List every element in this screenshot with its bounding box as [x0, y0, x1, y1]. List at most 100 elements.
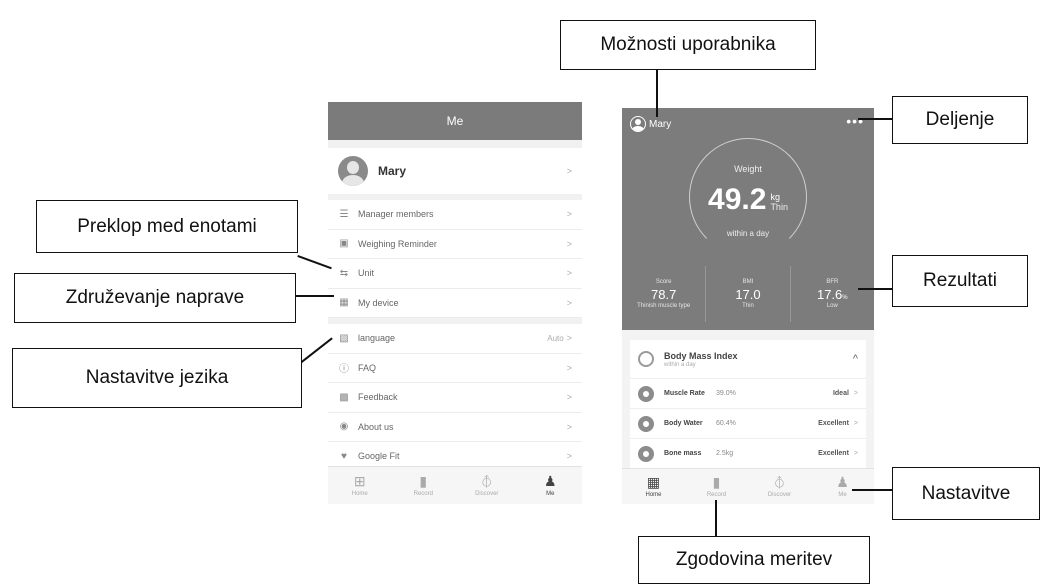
- tab-label: Me: [838, 492, 847, 498]
- leader-line: [858, 118, 892, 120]
- tab-me[interactable]: ♟ Me: [519, 467, 583, 504]
- tab-label: Home: [645, 492, 662, 498]
- avatar-icon: [630, 116, 646, 132]
- bar-chart-icon: ▮: [712, 474, 721, 490]
- grid-icon: ⊞: [353, 473, 366, 489]
- me-title: Me: [446, 114, 464, 128]
- metric-row-bone-mass[interactable]: Bone mass 2.5kg Excellent >: [630, 438, 866, 468]
- bottom-tab-bar: ▦ Home ▮ Record ⦽ Discover ♟ Me: [622, 468, 874, 504]
- person-icon: ♟: [836, 474, 849, 490]
- leader-line: [297, 255, 332, 270]
- tab-record[interactable]: ▮ Record: [685, 469, 748, 504]
- leader-line: [715, 500, 717, 536]
- metric-row-body-water[interactable]: Body Water 60.4% Excellent >: [630, 408, 866, 438]
- language-icon: ▧: [339, 332, 349, 344]
- stat-sub: Thinish muscle type: [637, 303, 691, 309]
- leader-line: [858, 288, 892, 290]
- metric-name: Muscle Rate: [664, 390, 705, 397]
- bar-chart-icon: ▮: [419, 473, 428, 489]
- menu-item-weighing-reminder[interactable]: ▣ Weighing Reminder >: [328, 230, 582, 259]
- settings-group-1: ☰ Manager members > ▣ Weighing Reminder …: [328, 200, 582, 318]
- feedback-icon: ▩: [339, 391, 349, 403]
- chevron-right-icon: >: [566, 238, 572, 249]
- about-icon: ◉: [339, 421, 349, 433]
- reminder-icon: ▣: [339, 238, 349, 250]
- callout-unit-toggle: Preklop med enotami: [36, 200, 298, 253]
- tab-home[interactable]: ⊞ Home: [328, 467, 392, 504]
- menu-item-faq[interactable]: ⓘ FAQ >: [328, 354, 582, 383]
- callout-sharing: Deljenje: [892, 96, 1028, 144]
- leader-line: [656, 69, 658, 117]
- stat-score[interactable]: Score 78.7 Thinish muscle type: [622, 266, 707, 322]
- chevron-right-icon: >: [566, 392, 572, 403]
- tab-label: Discover: [475, 491, 499, 497]
- stats-row: Score 78.7 Thinish muscle type BMI 17.0 …: [622, 266, 874, 322]
- callout-language-settings: Nastavitve jezika: [12, 348, 302, 408]
- user-switcher[interactable]: Mary: [630, 116, 671, 132]
- tab-discover[interactable]: ⦽ Discover: [748, 469, 811, 504]
- unit-icon: ⇆: [339, 267, 349, 279]
- stat-bmi[interactable]: BMI 17.0 Thin: [706, 266, 791, 322]
- menu-item-label: language: [358, 333, 396, 344]
- menu-item-feedback[interactable]: ▩ Feedback >: [328, 383, 582, 413]
- metric-value: 60.4%: [716, 420, 736, 427]
- chevron-right-icon: >: [566, 451, 572, 462]
- stat-label: Score: [655, 279, 672, 285]
- bottom-tab-bar: ⊞ Home ▮ Record ⦽ Discover ♟ Me: [328, 466, 582, 504]
- menu-item-about-us[interactable]: ◉ About us >: [328, 413, 582, 442]
- tab-home[interactable]: ▦ Home: [622, 469, 685, 504]
- stat-label: BFR: [826, 279, 839, 285]
- tab-label: Home: [351, 491, 368, 497]
- chevron-right-icon: >: [566, 209, 572, 220]
- chevron-right-icon: >: [853, 390, 858, 397]
- tab-label: Record: [706, 492, 727, 498]
- tab-record[interactable]: ▮ Record: [392, 467, 456, 504]
- chevron-right-icon: >: [853, 420, 858, 427]
- weight-readout: 49.2 kg Thin: [622, 185, 874, 215]
- metric-status: Excellent: [818, 450, 849, 457]
- me-screen: Me Mary > ☰ Manager members > ▣ Weighing…: [328, 102, 582, 504]
- device-icon: ▦: [339, 297, 349, 309]
- menu-item-manager-members[interactable]: ☰ Manager members >: [328, 200, 582, 230]
- stat-bfr[interactable]: BFR 17.6% Low: [791, 266, 874, 322]
- chevron-right-icon: >: [566, 166, 572, 176]
- user-name: Mary: [649, 118, 672, 130]
- callout-device-pairing: Združevanje naprave: [14, 273, 296, 323]
- avatar: [338, 156, 368, 186]
- chevron-right-icon: >: [566, 268, 572, 279]
- weight-timeframe: within a day: [726, 229, 770, 238]
- callout-user-options: Možnosti uporabnika: [560, 20, 816, 70]
- metrics-list: Muscle Rate 39.0% Ideal > Body Water 60.…: [630, 378, 866, 468]
- menu-item-unit[interactable]: ⇆ Unit >: [328, 259, 582, 289]
- stat-sub: Low: [826, 303, 838, 309]
- stat-label: BMI: [742, 279, 754, 285]
- heart-icon: ♥: [341, 450, 347, 462]
- bone-icon: [638, 445, 654, 462]
- me-header: Me: [328, 102, 582, 140]
- tab-label: Discover: [767, 492, 792, 498]
- metric-name: Body Water: [664, 420, 703, 427]
- tab-me[interactable]: ♟ Me: [811, 469, 874, 504]
- metric-row-muscle-rate[interactable]: Muscle Rate 39.0% Ideal >: [630, 378, 866, 408]
- chevron-right-icon: >: [566, 421, 572, 432]
- chevron-up-icon[interactable]: ^: [853, 353, 858, 365]
- menu-item-language[interactable]: ▧ language Auto >: [328, 324, 582, 354]
- profile-row[interactable]: Mary >: [328, 148, 582, 194]
- home-screen: Mary ••• Weight 49.2 kg Thin within a da…: [622, 108, 874, 504]
- leader-line: [852, 489, 892, 491]
- members-icon: ☰: [339, 208, 349, 220]
- bmi-card[interactable]: Body Mass Index within a day ^: [630, 340, 866, 378]
- menu-item-label: About us: [358, 421, 394, 432]
- menu-item-label: Feedback: [358, 392, 398, 403]
- leader-line: [296, 295, 334, 297]
- menu-item-my-device[interactable]: ▦ My device >: [328, 289, 582, 318]
- menu-item-label: Unit: [358, 268, 375, 279]
- tab-discover[interactable]: ⦽ Discover: [455, 467, 519, 504]
- faq-icon: ⓘ: [339, 364, 349, 376]
- tab-label: Me: [546, 491, 555, 497]
- bmi-title: Body Mass Index: [664, 350, 738, 361]
- metric-status: Excellent: [818, 420, 849, 427]
- callout-measurement-history: Zgodovina meritev: [638, 536, 870, 584]
- stat-value: 78.7: [651, 287, 677, 302]
- bmi-icon: [638, 351, 654, 367]
